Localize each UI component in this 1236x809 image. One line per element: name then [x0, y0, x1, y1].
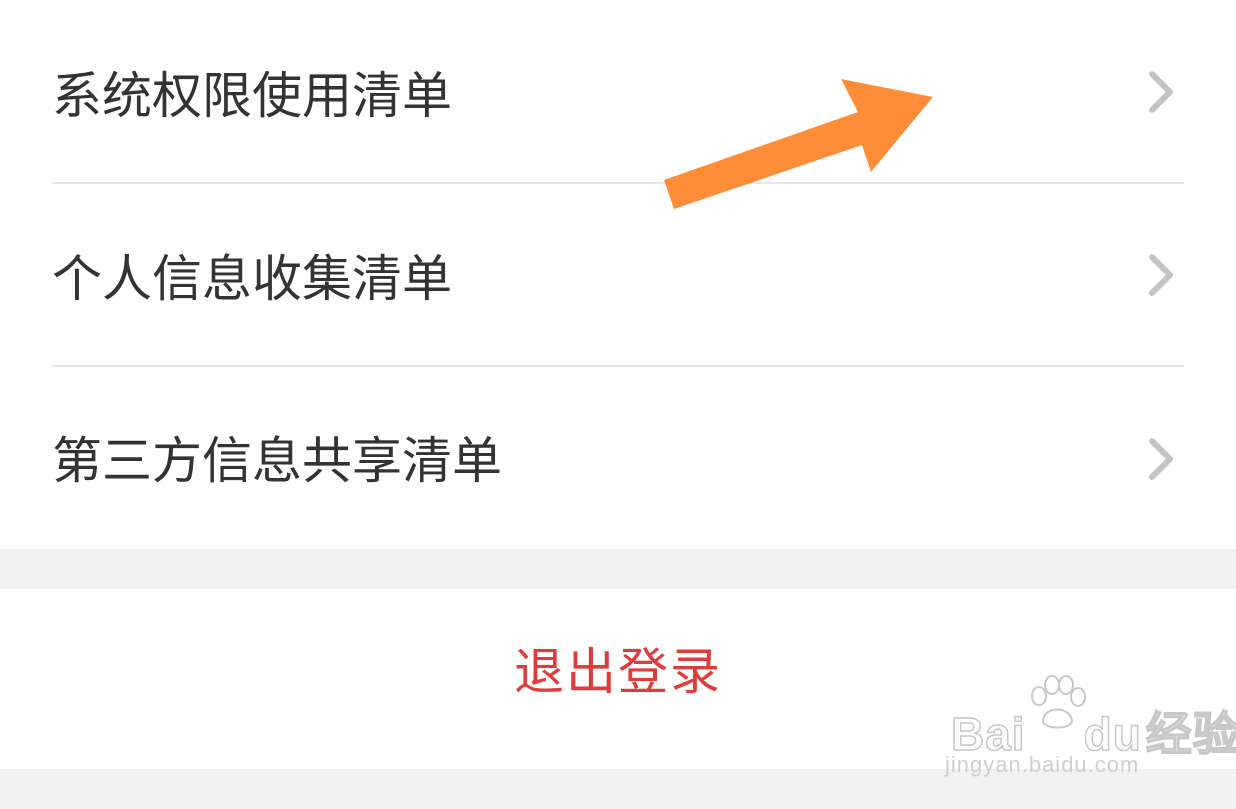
logout-button[interactable]: 退出登录 [0, 589, 1236, 769]
list-item-label: 第三方信息共享清单 [52, 432, 502, 490]
settings-list: 系统权限使用清单 个人信息收集清单 第三方信息共享清单 [0, 0, 1236, 549]
chevron-right-icon [1149, 254, 1173, 296]
list-item-label: 个人信息收集清单 [52, 250, 452, 308]
list-item-label: 系统权限使用清单 [52, 67, 452, 125]
list-item-third-party-sharing[interactable]: 第三方信息共享清单 [0, 367, 1236, 550]
list-item-personal-info[interactable]: 个人信息收集清单 [0, 184, 1236, 367]
list-item-system-permissions[interactable]: 系统权限使用清单 [0, 0, 1236, 183]
chevron-right-icon [1149, 71, 1173, 113]
logout-label: 退出登录 [514, 643, 722, 701]
chevron-right-icon [1149, 438, 1173, 480]
